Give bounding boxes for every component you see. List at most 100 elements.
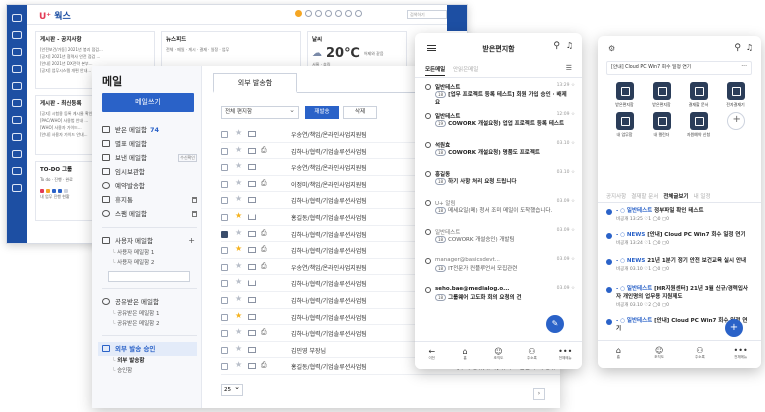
- shortcut-item[interactable]: 자원예약 신청: [680, 112, 717, 137]
- resend-button[interactable]: 재발송: [305, 106, 339, 119]
- list-item[interactable]: manager@basicsdevt... 03.09 ☆ 18 IT전문가 컨플루언…: [425, 257, 575, 283]
- read-receipt-button[interactable]: 수신확인: [178, 154, 197, 162]
- board-tab[interactable]: 전체글보기: [663, 194, 688, 200]
- list-item[interactable]: U+ 알림 03.09 ☆ 18 메세요일(메) 청서 조미 메일이 도착했습니다.: [425, 199, 575, 225]
- shortcut-item[interactable]: 결재할 문서: [680, 82, 717, 107]
- radio-icon[interactable]: [425, 258, 431, 264]
- search-icon[interactable]: ⚲: [734, 43, 741, 53]
- app-icon[interactable]: [345, 10, 352, 17]
- org-icon[interactable]: [12, 167, 22, 175]
- note-icon[interactable]: [12, 150, 22, 158]
- filter-icon[interactable]: ☰: [566, 64, 572, 72]
- row-sender[interactable]: 김민영 부장님: [291, 346, 326, 355]
- mail-icon[interactable]: [12, 31, 22, 39]
- radio-icon[interactable]: [425, 142, 431, 148]
- row-checkbox[interactable]: [221, 131, 228, 138]
- star-icon[interactable]: ★: [235, 244, 242, 253]
- row-checkbox[interactable]: [221, 263, 228, 271]
- row-sender[interactable]: 우송연/책임/온라인사업지원팀: [291, 263, 367, 272]
- row-checkbox[interactable]: [221, 296, 228, 304]
- list-item[interactable]: 홍길동 03.10 ☆ 18 하기 사항 처리 요청 드립니다: [425, 170, 575, 196]
- shortcut-item[interactable]: 내 업무함: [606, 112, 643, 137]
- compose-fab-icon[interactable]: ✎: [546, 315, 564, 333]
- bottom-nav-item[interactable]: ⌂ 홈: [453, 342, 477, 369]
- star-icon[interactable]: ★: [235, 161, 242, 170]
- quick-menu-button[interactable]: [447, 5, 467, 31]
- star-icon[interactable]: ★: [235, 344, 242, 353]
- nav-sent[interactable]: 보낸 메일함 수신확인: [102, 151, 197, 165]
- nav-subfolder[interactable]: 사용자 메일함 1: [102, 248, 197, 258]
- notification-icon[interactable]: [295, 10, 302, 17]
- notice-banner[interactable]: [안내] Cloud PC Win7 회수 일정 연기 ···: [606, 61, 752, 75]
- nav-subfolder-active[interactable]: 외부 발송함: [102, 356, 197, 366]
- row-sender[interactable]: 김하나/협력/기업솔루션사업팀: [291, 279, 367, 288]
- star-icon[interactable]: ★: [235, 194, 242, 203]
- radio-icon[interactable]: [425, 113, 431, 119]
- nav-drafts[interactable]: 임시보관함: [102, 165, 197, 179]
- nav-subfolder[interactable]: 공유받은 메일함 2: [102, 319, 197, 329]
- radio-icon[interactable]: [425, 200, 431, 206]
- star-icon[interactable]: ★: [235, 277, 242, 286]
- drive-icon[interactable]: [12, 133, 22, 141]
- app-logo[interactable]: U⁺ 웍스: [39, 9, 71, 22]
- board-tab[interactable]: 공지사항: [606, 194, 626, 200]
- star-icon[interactable]: ★: [235, 128, 242, 137]
- nav-user-mailbox[interactable]: 사용자 메일함 +: [102, 234, 197, 248]
- next-page-button[interactable]: ›: [533, 388, 545, 400]
- bottom-nav-item[interactable]: ••• 전체메뉴: [553, 342, 577, 369]
- nav-shared-mailbox[interactable]: 공유받은 메일함: [102, 295, 197, 309]
- task-icon[interactable]: [12, 99, 22, 107]
- board-tab[interactable]: 내 일정: [694, 194, 711, 200]
- row-checkbox[interactable]: [221, 180, 228, 188]
- empty-trash-icon[interactable]: [192, 197, 197, 203]
- folder-filter-select[interactable]: 전체 편지함: [221, 105, 299, 119]
- row-sender[interactable]: 김하나/협력/기업솔루션사업팀: [291, 196, 367, 205]
- row-checkbox[interactable]: [221, 197, 228, 205]
- row-sender[interactable]: 김하나/협력/기업솔루션사업팀: [291, 147, 367, 156]
- delete-button[interactable]: 삭제: [343, 106, 377, 119]
- row-sender[interactable]: 우송연/책임/온라인사업지원팀: [291, 130, 367, 139]
- tab-unread-mail[interactable]: 안읽은메일: [453, 67, 478, 73]
- row-sender[interactable]: 이정미/책임/온라인사업지원팀: [291, 180, 367, 189]
- app-icon[interactable]: [315, 10, 322, 17]
- app-icon[interactable]: [335, 10, 342, 17]
- tab-external-sent[interactable]: 외부 발송함: [213, 73, 297, 93]
- empty-spam-icon[interactable]: [192, 211, 197, 217]
- more-icon[interactable]: ···: [741, 61, 747, 73]
- bottom-nav-item[interactable]: ⌂ 홈: [606, 341, 630, 368]
- star-icon[interactable]: ★: [235, 360, 242, 369]
- star-icon[interactable]: ★: [235, 211, 242, 220]
- nav-spam[interactable]: 스팸 메일함: [102, 207, 197, 221]
- shortcut-item[interactable]: 전자결재기: [717, 82, 754, 107]
- row-checkbox[interactable]: [221, 230, 228, 238]
- row-checkbox[interactable]: [221, 213, 228, 221]
- nav-subfolder[interactable]: 사용자 메일함 2: [102, 258, 197, 268]
- shortcut-item[interactable]: [717, 112, 754, 137]
- board-icon[interactable]: [12, 48, 22, 56]
- row-sender[interactable]: 홍길동/협력/기업솔루션사업팀: [291, 362, 367, 371]
- row-sender[interactable]: 우송연/책임/온라인사업지원팀: [291, 163, 367, 172]
- contacts-icon[interactable]: [12, 116, 22, 124]
- app-icon[interactable]: [355, 10, 362, 17]
- approval-icon[interactable]: [12, 82, 22, 90]
- app-icon[interactable]: [305, 10, 312, 17]
- radio-icon[interactable]: [425, 287, 431, 293]
- row-sender[interactable]: 김하나/협력/기업솔루션사업팀: [291, 313, 367, 322]
- search-input[interactable]: 검색하기: [407, 10, 447, 19]
- compose-button[interactable]: 메일쓰기: [102, 93, 194, 112]
- star-icon[interactable]: ★: [235, 294, 242, 303]
- nav-starred[interactable]: 별표 메일함: [102, 137, 197, 151]
- radio-icon[interactable]: [425, 229, 431, 235]
- row-checkbox[interactable]: [221, 346, 228, 354]
- row-sender[interactable]: 김하나/협력/기업솔루션사업팀: [291, 230, 367, 239]
- board-tab[interactable]: 결재할 문서: [631, 194, 658, 200]
- nav-inbox[interactable]: 받은 메일함 74: [102, 123, 197, 137]
- home-icon[interactable]: [12, 14, 22, 22]
- list-item[interactable]: 일반테스트 13:29 ☆ 18 [업무 프로젝트 등록 테스트] 회원 가입 승인 …: [425, 83, 575, 109]
- row-checkbox[interactable]: [221, 330, 228, 338]
- shortcut-item[interactable]: 내 캘린더: [643, 112, 680, 137]
- bottom-nav-item[interactable]: ⚇ 주소록: [688, 341, 712, 368]
- bottom-nav-item[interactable]: ••• 전체메뉴: [729, 341, 753, 368]
- add-folder-icon[interactable]: +: [188, 234, 195, 248]
- search-icon[interactable]: ⚲: [553, 41, 560, 51]
